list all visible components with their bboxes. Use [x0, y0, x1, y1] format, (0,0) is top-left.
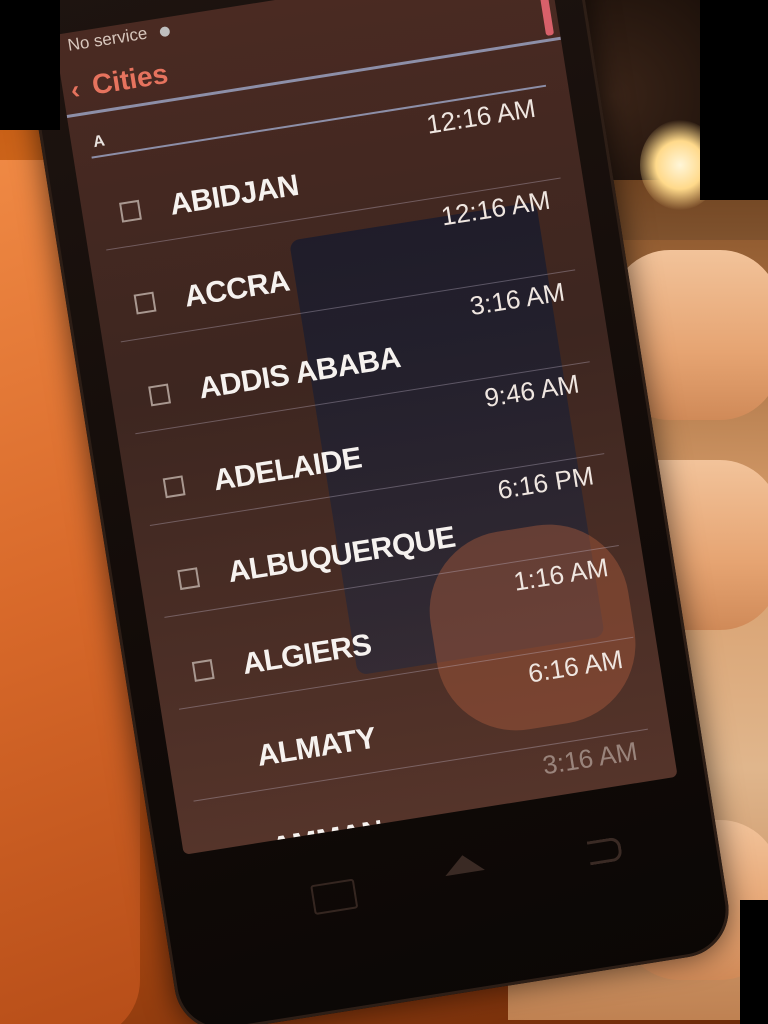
- city-checkbox[interactable]: [133, 291, 157, 315]
- back-icon[interactable]: [586, 836, 624, 866]
- carrier-text: No service: [66, 23, 149, 55]
- city-checkbox[interactable]: [191, 659, 215, 682]
- city-checkbox[interactable]: [119, 199, 142, 223]
- image-border: [0, 0, 60, 130]
- city-checkbox[interactable]: [162, 475, 186, 499]
- phone-screen: No service ‹ Cities A 12:16 AM ABIDJAN 1…: [53, 0, 678, 855]
- image-border: [740, 900, 768, 1024]
- city-name: ABIDJAN: [167, 168, 301, 222]
- status-dot-icon: [159, 25, 171, 37]
- city-list: 12:16 AM ABIDJAN 12:16 AM ACCRA 3:16 AM …: [91, 86, 663, 855]
- photo-scene: No service ‹ Cities A 12:16 AM ABIDJAN 1…: [0, 0, 768, 1024]
- city-name: AMMAN: [269, 814, 386, 855]
- chevron-left-icon[interactable]: ‹: [68, 74, 81, 106]
- recents-icon[interactable]: [310, 878, 359, 916]
- city-name: ACCRA: [182, 264, 292, 314]
- city-checkbox[interactable]: [177, 567, 201, 591]
- city-name: ADELAIDE: [211, 441, 364, 498]
- city-name: ALMATY: [254, 721, 379, 773]
- image-border: [700, 0, 768, 200]
- home-icon[interactable]: [442, 852, 485, 877]
- city-name: ALGIERS: [240, 628, 374, 682]
- page-title[interactable]: Cities: [90, 58, 170, 102]
- city-checkbox[interactable]: [148, 383, 172, 407]
